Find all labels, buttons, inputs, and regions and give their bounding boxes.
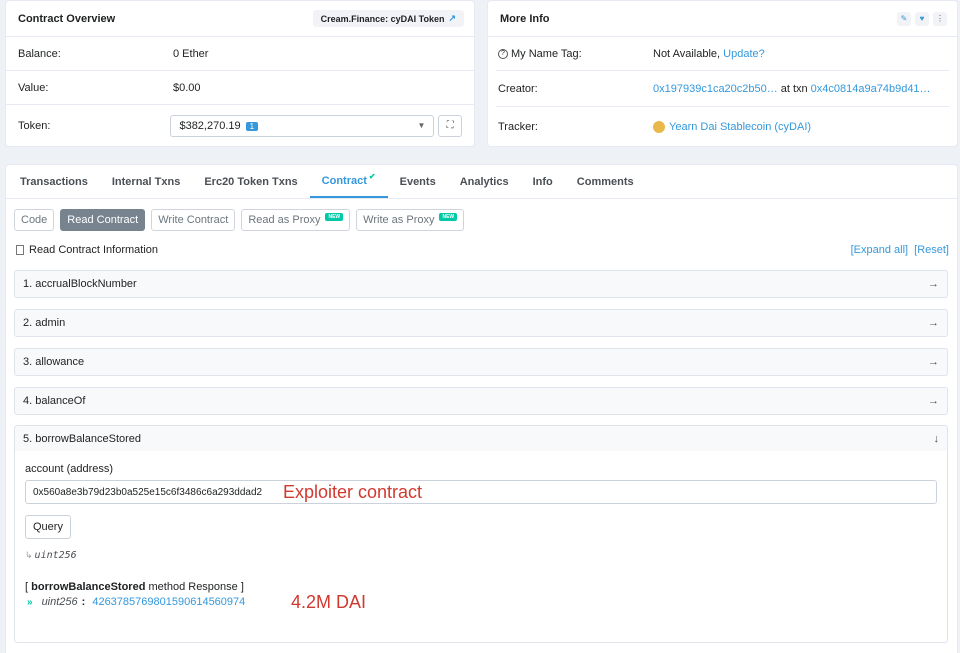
arrow-right-icon: → — [928, 317, 939, 329]
tab-comments[interactable]: Comments — [565, 165, 646, 198]
response-colon: : — [81, 596, 86, 608]
name-tag-value: Not Available, — [653, 47, 721, 60]
response-value: 4263785769801590614560974 — [92, 596, 246, 608]
tab-analytics[interactable]: Analytics — [448, 165, 521, 198]
double-chevron-icon: » — [27, 596, 33, 608]
tracker-label: Tracker: — [498, 121, 538, 133]
reset-link[interactable]: [Reset] — [914, 244, 949, 256]
function-name: 5. borrowBalanceStored — [23, 433, 142, 445]
more-info-header: More Info ✎ ♥ ⋮ — [488, 1, 957, 37]
function-name: 1. accrualBlockNumber — [23, 278, 137, 290]
contract-overview-title: Contract Overview — [18, 12, 116, 25]
amount-annotation: 4.2M DAI — [291, 592, 367, 612]
subtab-code[interactable]: Code — [14, 209, 55, 231]
verified-check-icon: ✔ — [368, 172, 376, 181]
account-address-input[interactable]: 0x560a8e3b79d23b0a525e15c6f3486c6a293dda… — [25, 480, 937, 504]
token-dropdown[interactable]: $382,270.19 1 ▼ — [170, 114, 435, 137]
contract-overview-card: Contract Overview Cream.Finance: cyDAI T… — [5, 0, 475, 147]
return-type: uint256 — [34, 550, 77, 561]
function-balance-of[interactable]: 4. balanceOf → — [14, 387, 948, 415]
creator-at-text: at txn — [780, 82, 808, 95]
value-row: Value: $0.00 — [6, 71, 474, 105]
heart-icon[interactable]: ♥ — [915, 11, 929, 26]
subtab-write-as-proxy-label: Write as Proxy — [363, 214, 435, 226]
arrow-right-icon: → — [928, 395, 939, 407]
subtab-read-as-proxy[interactable]: Read as Proxy NEW — [241, 209, 351, 231]
param-label: account (address) — [25, 463, 114, 475]
subtab-read-as-proxy-label: Read as Proxy — [248, 214, 321, 226]
contract-name-label: Cream.Finance: cyDAI Token — [320, 13, 445, 24]
update-name-tag-link[interactable]: Update? — [723, 48, 765, 60]
balance-row: Balance: 0 Ether — [6, 37, 474, 71]
contract-main-card: Transactions Internal Txns Erc20 Token T… — [5, 164, 958, 653]
contract-overview-header: Contract Overview Cream.Finance: cyDAI T… — [6, 1, 474, 37]
subtab-write-as-proxy[interactable]: Write as Proxy NEW — [356, 209, 465, 231]
function-borrow-balance-stored[interactable]: 5. borrowBalanceStored ↓ — [14, 425, 948, 453]
tracker-link[interactable]: Yearn Dai Stablecoin (cyDAI) — [669, 121, 811, 133]
return-type-row: ↳ uint256 — [25, 550, 77, 561]
read-contract-info-title: Read Contract Information — [29, 244, 159, 256]
document-icon — [16, 245, 24, 255]
token-count-badge: 1 — [245, 121, 259, 131]
exploiter-annotation: Exploiter contract — [283, 482, 423, 502]
function-name: 4. balanceOf — [23, 395, 86, 407]
question-icon: ? — [498, 48, 508, 59]
creator-row: Creator: 0x197939c1ca20c2b50… at txn 0x4… — [496, 71, 949, 107]
tab-transactions[interactable]: Transactions — [8, 165, 100, 198]
response-header: [ borrowBalanceStored method Response ] — [25, 581, 244, 593]
response-method-name: borrowBalanceStored — [31, 581, 146, 593]
expand-icon[interactable]: ⛶ — [438, 114, 462, 137]
function-admin[interactable]: 2. admin → — [14, 309, 948, 337]
creator-address-link[interactable]: 0x197939c1ca20c2b50… — [653, 83, 778, 95]
response-open-bracket: [ — [25, 581, 29, 593]
borrow-balance-stored-body: account (address) 0x560a8e3b79d23b0a525e… — [14, 451, 948, 643]
token-row: Token: $382,270.19 1 ▼ ⛶ — [6, 105, 474, 146]
chevron-down-icon: ▼ — [417, 121, 426, 130]
function-name: 2. admin — [23, 317, 66, 329]
query-button[interactable]: Query — [25, 515, 71, 539]
new-badge: NEW — [325, 213, 344, 221]
value-label: Value: — [18, 81, 49, 94]
read-contract-info-bar: Read Contract Information [Expand all] [… — [16, 244, 949, 256]
arrow-down-icon: ↓ — [933, 433, 940, 445]
branch-icon: ↳ — [25, 550, 33, 560]
response-row: » uint256 : 4263785769801590614560974 — [27, 596, 245, 608]
tab-events[interactable]: Events — [388, 165, 448, 198]
balance-label: Balance: — [18, 47, 61, 60]
contract-name-badge[interactable]: Cream.Finance: cyDAI Token ↗ — [312, 10, 464, 27]
subtab-read-contract[interactable]: Read Contract — [60, 209, 146, 231]
response-type: uint256 — [41, 596, 78, 608]
tab-internal-txns[interactable]: Internal Txns — [100, 165, 192, 198]
subtab-write-contract[interactable]: Write Contract — [151, 209, 236, 231]
expand-all-link[interactable]: [Expand all] — [851, 244, 908, 256]
arrow-right-icon: → — [928, 278, 939, 290]
name-tag-label: My Name Tag: — [511, 47, 582, 60]
tracker-row: Tracker: Yearn Dai Stablecoin (cyDAI) — [496, 107, 949, 147]
more-info-card: More Info ✎ ♥ ⋮ ? My Name Tag: Not Avail… — [487, 0, 958, 147]
balance-value: 0 Ether — [173, 47, 209, 60]
external-link-icon: ↗ — [448, 13, 456, 23]
tab-info[interactable]: Info — [521, 165, 565, 198]
response-suffix: method Response ] — [148, 581, 244, 593]
value-value: $0.00 — [173, 81, 201, 94]
creator-txn-link[interactable]: 0x4c0814a9a74b9d41… — [811, 83, 931, 95]
more-options-icon[interactable]: ⋮ — [933, 11, 947, 26]
more-info-title: More Info — [500, 12, 550, 25]
token-value: $382,270.19 — [179, 119, 241, 132]
function-name: 3. allowance — [23, 356, 85, 368]
main-tabs: Transactions Internal Txns Erc20 Token T… — [6, 165, 957, 199]
tab-erc20-token-txns[interactable]: Erc20 Token Txns — [192, 165, 309, 198]
arrow-right-icon: → — [928, 356, 939, 368]
name-tag-row: ? My Name Tag: Not Available, Update? — [496, 37, 949, 71]
function-allowance[interactable]: 3. allowance → — [14, 348, 948, 376]
creator-label: Creator: — [498, 82, 538, 95]
new-badge: NEW — [439, 213, 458, 221]
pencil-icon[interactable]: ✎ — [897, 11, 911, 26]
function-accrual-block-number[interactable]: 1. accrualBlockNumber → — [14, 270, 948, 298]
tab-contract-label: Contract — [321, 174, 367, 187]
contract-subtabs: Code Read Contract Write Contract Read a… — [6, 199, 957, 231]
token-logo-icon — [653, 121, 665, 133]
tab-contract[interactable]: Contract ✔ — [309, 165, 388, 198]
token-label: Token: — [18, 119, 51, 132]
